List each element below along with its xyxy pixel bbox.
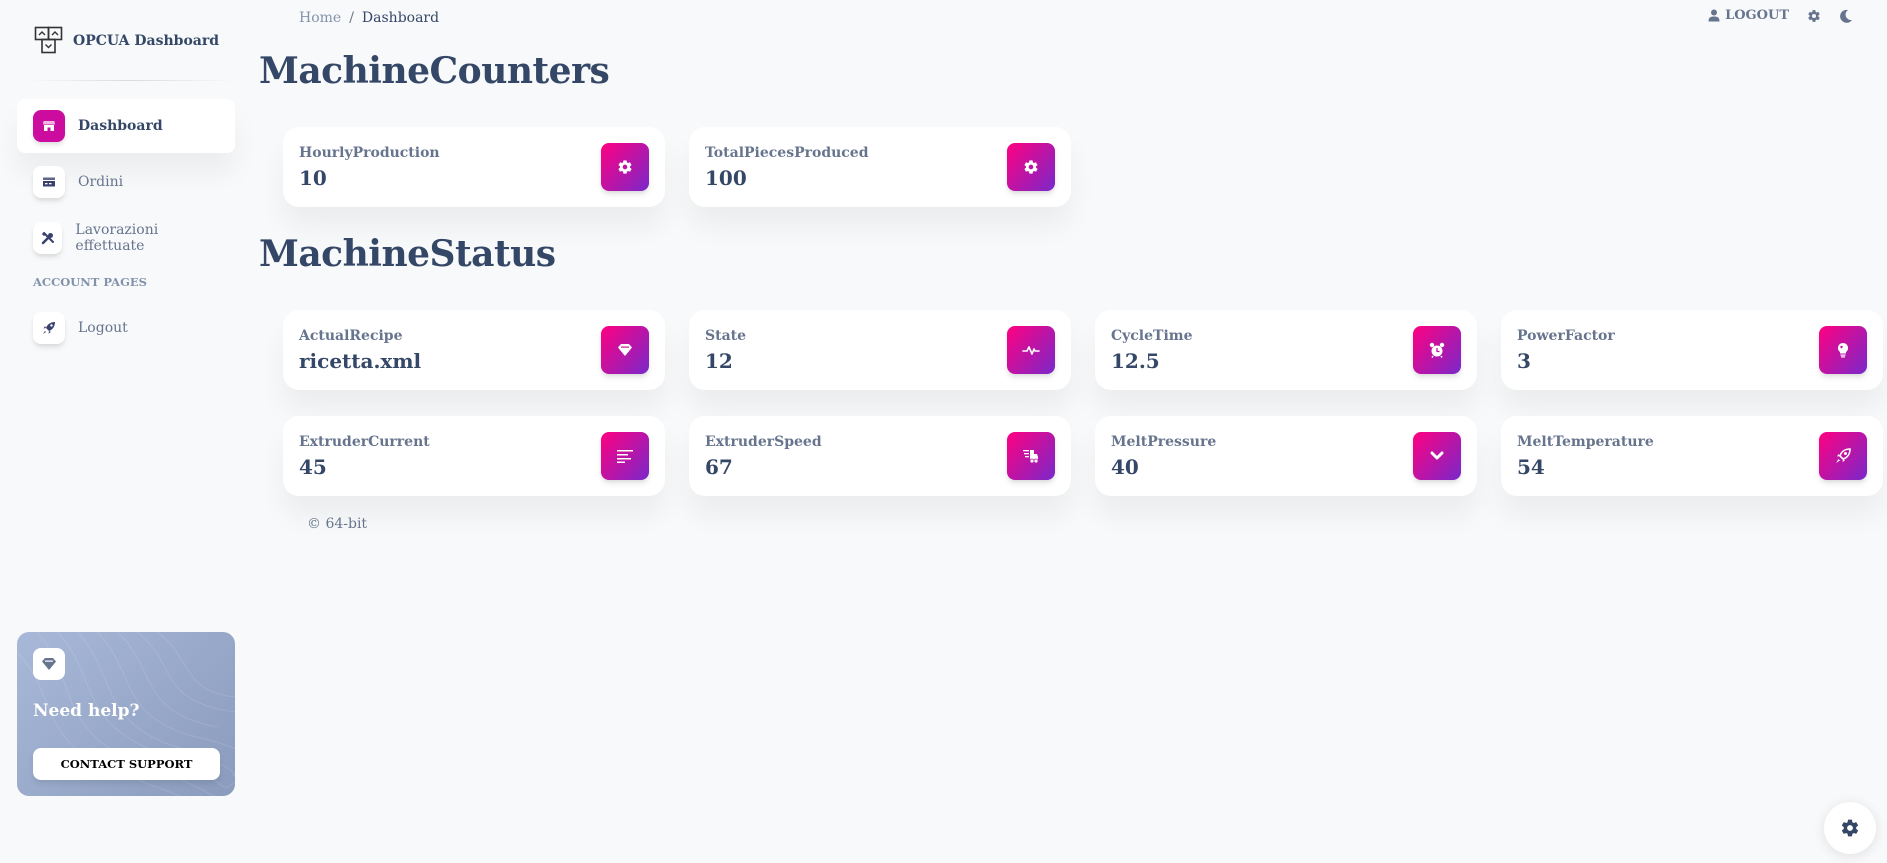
diamond-icon bbox=[601, 326, 649, 374]
sidebar-item-label: Logout bbox=[78, 320, 128, 336]
sidebar-item-lavorazioni[interactable]: Lavorazioni effettuate bbox=[17, 211, 235, 265]
stat-card-extruder-current: ExtruderCurrent 45 bbox=[283, 416, 665, 496]
stat-card-actual-recipe: ActualRecipe ricetta.xml bbox=[283, 310, 665, 390]
settings-button[interactable] bbox=[1807, 9, 1821, 23]
sidebar: OPCUA Dashboard Dashboard Ordini Lavoraz… bbox=[0, 0, 250, 863]
brand-name: OPCUA Dashboard bbox=[73, 33, 220, 49]
moon-icon bbox=[1840, 9, 1852, 23]
dark-mode-toggle[interactable] bbox=[1839, 9, 1853, 23]
top-logout-link[interactable]: LOGOUT bbox=[1708, 8, 1789, 23]
diamond-icon bbox=[33, 648, 65, 680]
stat-card-hourly-production: HourlyProduction 10 bbox=[283, 127, 665, 207]
breadcrumb-home[interactable]: Home bbox=[299, 10, 341, 26]
rocket-icon bbox=[33, 312, 65, 344]
card-value: 12 bbox=[705, 349, 733, 373]
gear-icon bbox=[1841, 819, 1859, 837]
card-value: 54 bbox=[1517, 455, 1545, 479]
stat-card-state: State 12 bbox=[689, 310, 1071, 390]
card-value: 3 bbox=[1517, 349, 1531, 373]
card-label: PowerFactor bbox=[1517, 328, 1615, 344]
card-value: 10 bbox=[299, 166, 327, 190]
breadcrumb-separator: / bbox=[349, 10, 354, 26]
card-label: ExtruderSpeed bbox=[705, 434, 822, 450]
shipping-fast-icon bbox=[1007, 432, 1055, 480]
stat-card-power-factor: PowerFactor 3 bbox=[1501, 310, 1883, 390]
sidebar-item-ordini[interactable]: Ordini bbox=[17, 155, 235, 209]
configurator-button[interactable] bbox=[1824, 802, 1876, 854]
gear-icon bbox=[1007, 143, 1055, 191]
sidebar-divider bbox=[28, 80, 234, 81]
sidebar-nav: Dashboard Ordini Lavorazioni effettuate … bbox=[17, 99, 235, 357]
card-value: 12.5 bbox=[1111, 349, 1160, 373]
account-pages-heading: ACCOUNT PAGES bbox=[33, 275, 147, 289]
gear-icon bbox=[601, 143, 649, 191]
stat-card-melt-temperature: MeltTemperature 54 bbox=[1501, 416, 1883, 496]
help-title: Need help? bbox=[33, 701, 140, 721]
sidebar-item-label: Lavorazioni effettuate bbox=[75, 222, 159, 254]
shop-icon bbox=[33, 110, 65, 142]
breadcrumb-current: Dashboard bbox=[361, 10, 440, 26]
section-title-machine-counters: MachineCounters bbox=[259, 50, 610, 92]
opcua-logo-icon bbox=[34, 26, 63, 54]
rocket-icon bbox=[1819, 432, 1867, 480]
card-value: 45 bbox=[299, 455, 327, 479]
credit-card-icon bbox=[33, 166, 65, 198]
card-label: MeltPressure bbox=[1111, 434, 1217, 450]
top-nav-controls: LOGOUT bbox=[1708, 8, 1853, 23]
sidebar-item-logout[interactable]: Logout bbox=[17, 301, 235, 355]
lightbulb-icon bbox=[1819, 326, 1867, 374]
footer-copyright: © 64-bit bbox=[307, 516, 368, 532]
align-left-icon bbox=[601, 432, 649, 480]
card-label: TotalPiecesProduced bbox=[705, 145, 869, 161]
user-icon bbox=[1708, 9, 1720, 22]
heartbeat-icon bbox=[1007, 326, 1055, 374]
stat-card-cycle-time: CycleTime 12.5 bbox=[1095, 310, 1477, 390]
section-title-machine-status: MachineStatus bbox=[259, 233, 556, 275]
card-value: 67 bbox=[705, 455, 733, 479]
stat-card-extruder-speed: ExtruderSpeed 67 bbox=[689, 416, 1071, 496]
card-label: HourlyProduction bbox=[299, 145, 440, 161]
help-card: Need help? CONTACT SUPPORT bbox=[17, 632, 235, 796]
brand[interactable]: OPCUA Dashboard bbox=[34, 26, 219, 56]
sidebar-item-label: Ordini bbox=[78, 174, 124, 190]
top-logout-label: LOGOUT bbox=[1725, 8, 1789, 23]
chevron-down-icon bbox=[1413, 432, 1461, 480]
card-label: ActualRecipe bbox=[299, 328, 403, 344]
tools-icon bbox=[33, 222, 63, 254]
card-value: 100 bbox=[705, 166, 747, 190]
card-value: 40 bbox=[1111, 455, 1139, 479]
sidebar-item-dashboard[interactable]: Dashboard bbox=[17, 99, 235, 153]
card-label: MeltTemperature bbox=[1517, 434, 1654, 450]
sidebar-item-label: Dashboard bbox=[78, 118, 163, 134]
contact-support-button[interactable]: CONTACT SUPPORT bbox=[33, 748, 220, 780]
alarm-clock-icon bbox=[1413, 326, 1461, 374]
stat-card-total-pieces-produced: TotalPiecesProduced 100 bbox=[689, 127, 1071, 207]
card-label: State bbox=[705, 328, 747, 344]
breadcrumb: Home / Dashboard bbox=[299, 10, 439, 26]
stat-card-melt-pressure: MeltPressure 40 bbox=[1095, 416, 1477, 496]
card-label: CycleTime bbox=[1111, 328, 1193, 344]
card-value: ricetta.xml bbox=[299, 349, 422, 373]
gear-icon bbox=[1808, 9, 1820, 22]
card-label: ExtruderCurrent bbox=[299, 434, 430, 450]
